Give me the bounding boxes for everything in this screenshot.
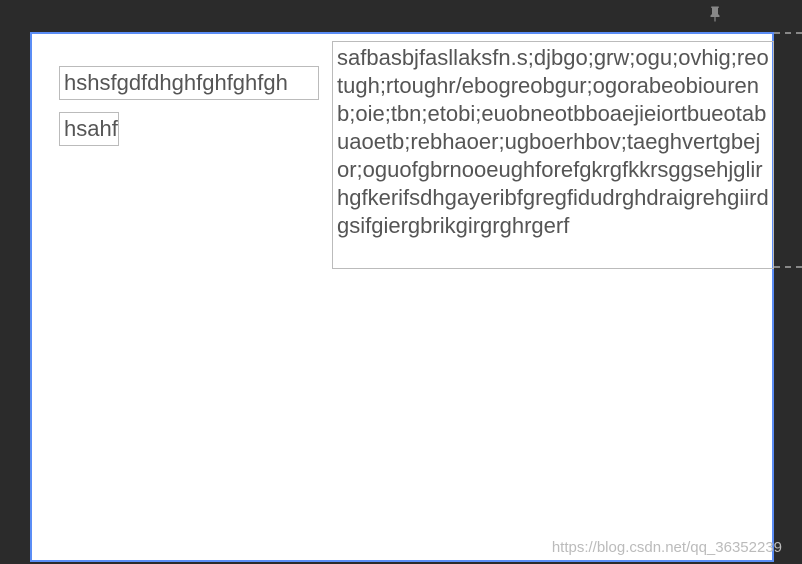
- text-box-1[interactable]: hshsfgdfdhghfghfghfgh: [59, 66, 319, 100]
- pin-icon: [703, 2, 727, 26]
- text-box-2[interactable]: hsahf: [59, 112, 119, 146]
- text-box-1-content: hshsfgdfdhghfghfghfgh: [64, 70, 288, 96]
- text-box-3-content: safbasbjfasllaksfn.s;djbgo;grw;ogu;ovhig…: [337, 45, 769, 238]
- text-box-2-content: hsahf: [64, 116, 118, 142]
- design-canvas[interactable]: hshsfgdfdhghfghfghfgh hsahf safbasbjfasl…: [30, 32, 774, 562]
- text-box-3[interactable]: safbasbjfasllaksfn.s;djbgo;grw;ogu;ovhig…: [332, 41, 774, 269]
- guide-line-top: [774, 32, 802, 34]
- guide-line-bottom: [774, 266, 802, 268]
- watermark-text: https://blog.csdn.net/qq_36352239: [552, 539, 782, 556]
